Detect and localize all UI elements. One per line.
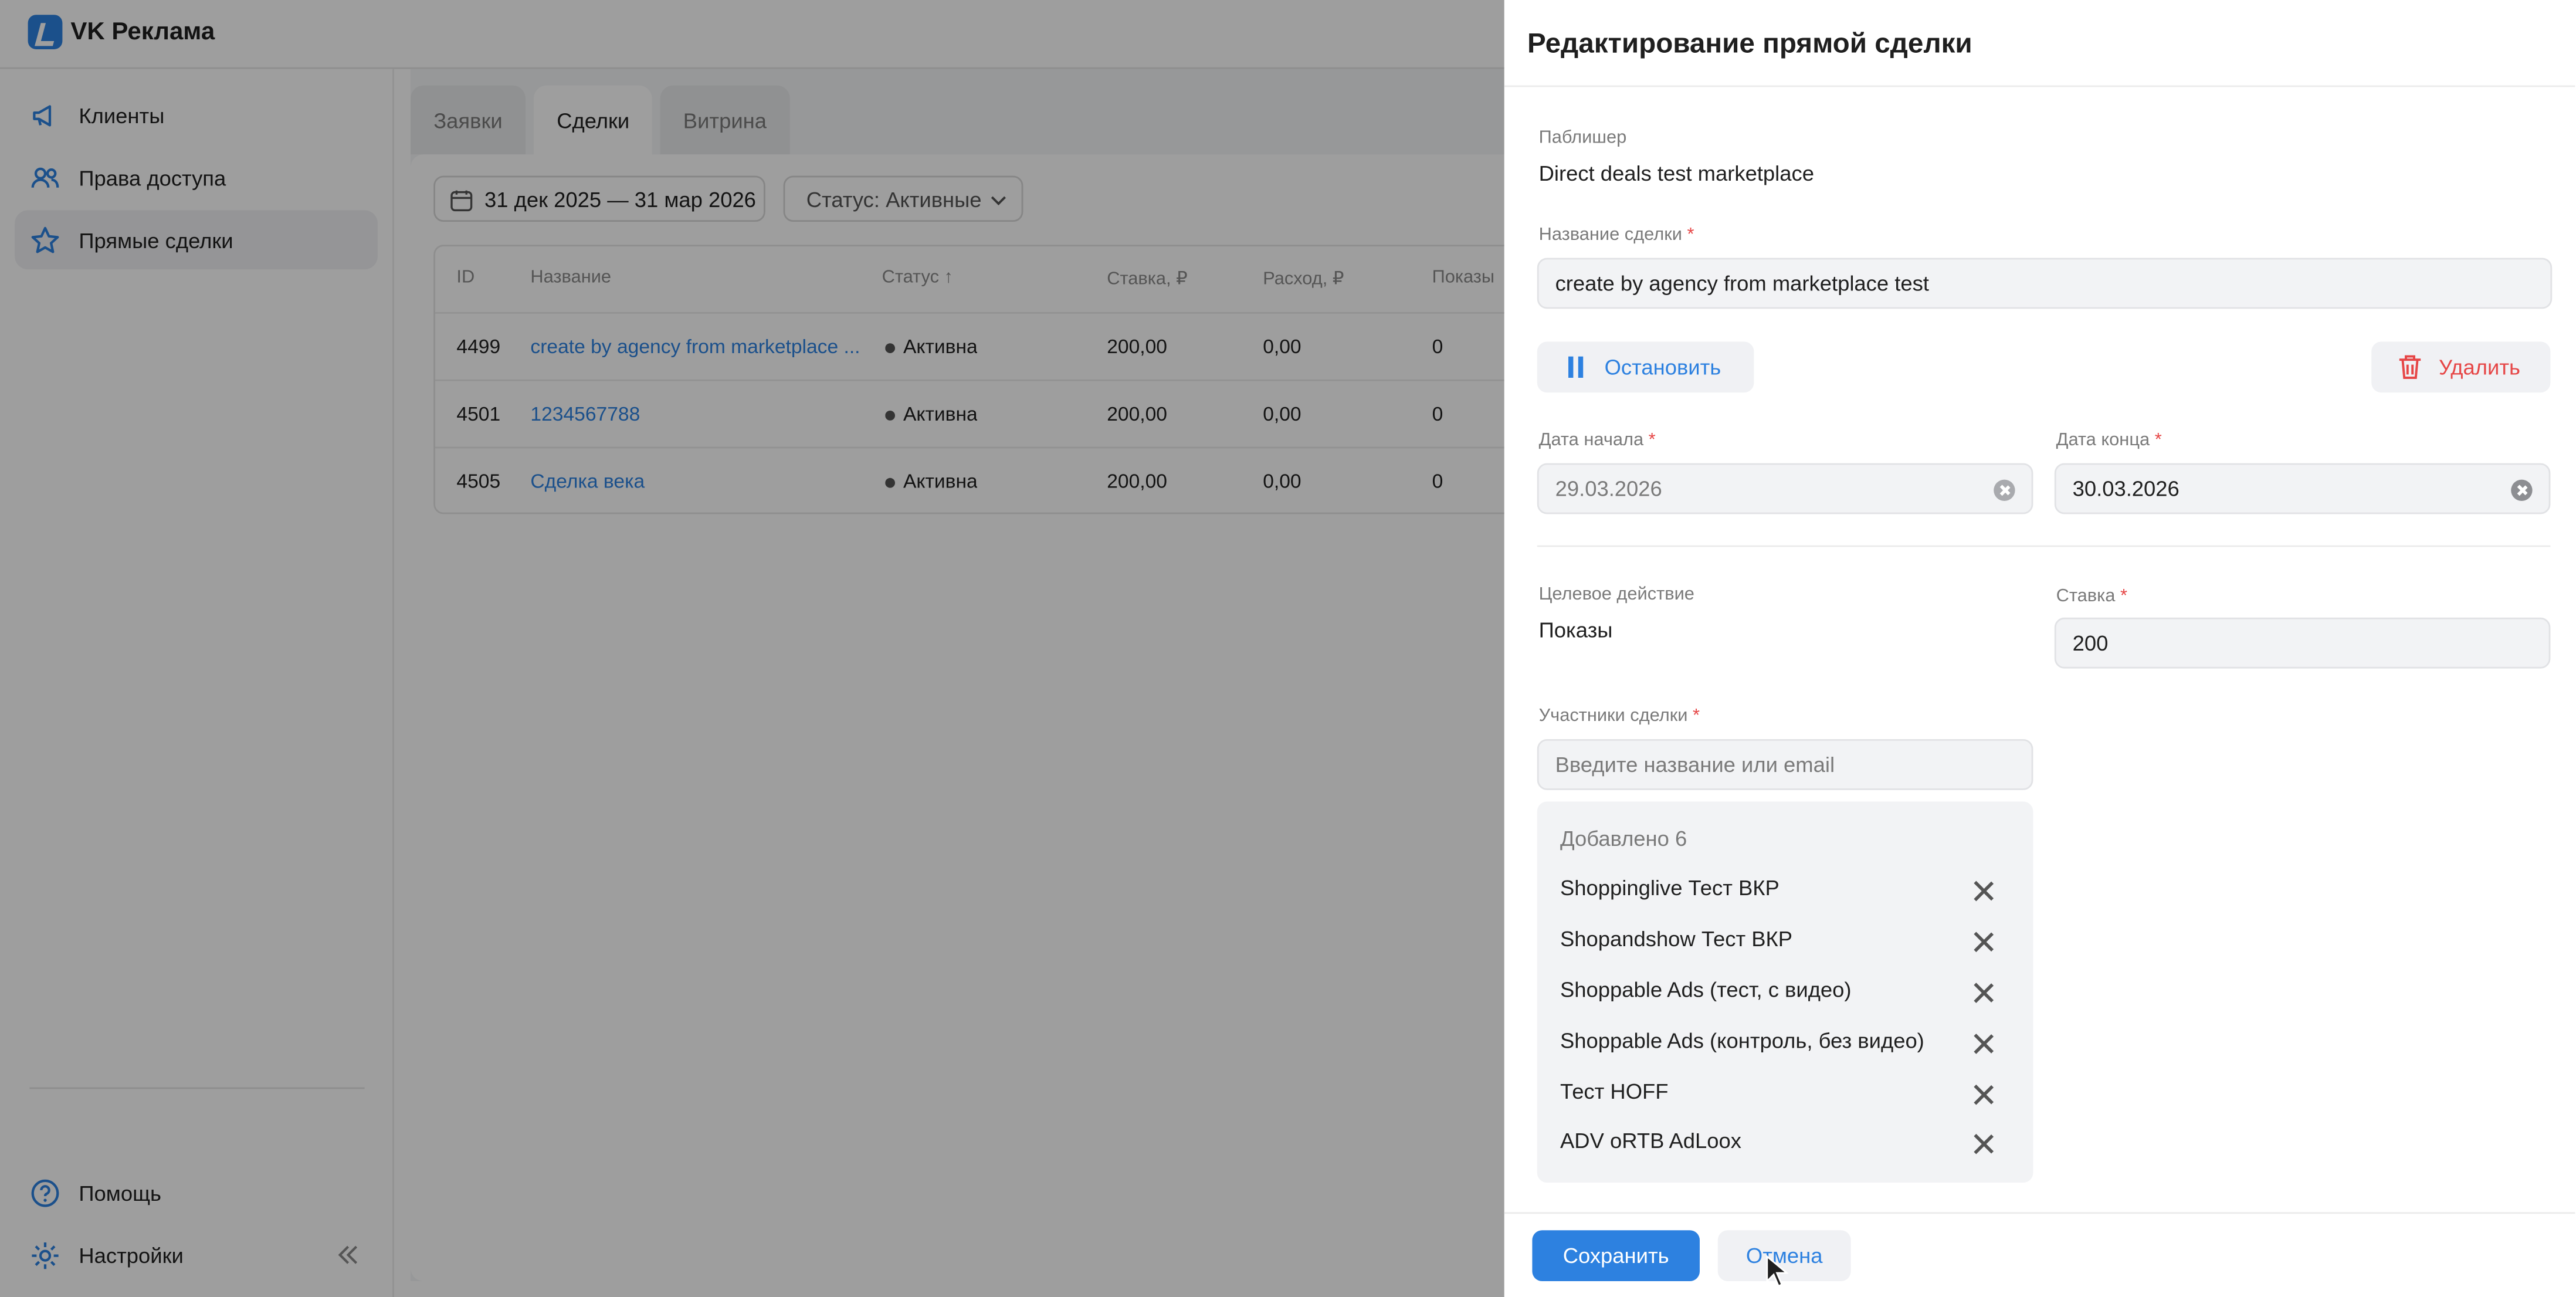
- start-date-label: Дата начала *: [1538, 430, 1656, 451]
- participants-list: Добавлено 6 Shoppinglive Тест ВКР Shopan…: [1537, 801, 2033, 1183]
- rate-input[interactable]: 200: [2054, 617, 2551, 669]
- panel-footer-divider: [1504, 1212, 2575, 1214]
- clear-start-date-icon[interactable]: [1994, 479, 2015, 501]
- delete-button[interactable]: Удалить: [2371, 341, 2551, 393]
- start-date-value: 29.03.2026: [1555, 476, 1662, 501]
- save-button[interactable]: Сохранить: [1532, 1230, 1700, 1281]
- section-divider: [1537, 545, 2551, 547]
- participant-item: Shoppinglive Тест ВКР: [1560, 875, 2014, 908]
- publisher-label: Паблишер: [1538, 128, 1627, 148]
- delete-button-label: Удалить: [2439, 354, 2520, 380]
- participant-item: Shopandshow Тест ВКР: [1560, 926, 2014, 959]
- remove-participant-icon[interactable]: [1972, 1084, 1994, 1105]
- start-date-input[interactable]: 29.03.2026: [1537, 463, 2033, 514]
- remove-participant-icon[interactable]: [1972, 1033, 1994, 1054]
- edit-deal-panel: Редактирование прямой сделки Паблишер Di…: [1504, 0, 2576, 1297]
- participants-label: Участники сделки *: [1538, 706, 1700, 726]
- modal-backdrop[interactable]: [0, 0, 1504, 1297]
- deal-name-label: Название сделки *: [1538, 225, 1694, 245]
- app-shell: VK Реклама Клиенты Права доступа Прямые …: [0, 0, 2576, 1297]
- rate-label: Ставка *: [2056, 586, 2127, 607]
- remove-participant-icon[interactable]: [1972, 932, 1994, 953]
- pause-button-label: Остановить: [1604, 354, 1721, 380]
- remove-participant-icon[interactable]: [1972, 1133, 1994, 1154]
- participant-item: Тест HOFF: [1560, 1079, 2014, 1112]
- end-date-input[interactable]: 30.03.2026: [2054, 463, 2551, 514]
- end-date-value: 30.03.2026: [2072, 476, 2180, 501]
- target-action-label: Целевое действие: [1538, 584, 1694, 605]
- added-count: Добавлено 6: [1560, 826, 1687, 851]
- end-date-label: Дата конца *: [2056, 430, 2162, 451]
- clear-end-date-icon[interactable]: [2511, 479, 2533, 501]
- remove-participant-icon[interactable]: [1972, 881, 1994, 902]
- trash-icon: [2399, 355, 2421, 379]
- participant-item: Shoppable Ads (контроль, без видео): [1560, 1028, 2014, 1061]
- panel-title: Редактирование прямой сделки: [1527, 28, 1972, 59]
- target-action-value: Показы: [1538, 617, 1613, 642]
- remove-participant-icon[interactable]: [1972, 982, 1994, 1003]
- pause-icon: [1568, 356, 1584, 378]
- participant-item: Shoppable Ads (тест, с видео): [1560, 977, 2014, 1010]
- publisher-value: Direct deals test marketplace: [1538, 161, 1814, 186]
- pause-button[interactable]: Остановить: [1537, 341, 1754, 393]
- participant-item: ADV oRTB AdLoox: [1560, 1129, 2014, 1161]
- deal-name-input[interactable]: create by agency from marketplace test: [1537, 258, 2553, 309]
- mouse-cursor-icon: [1766, 1255, 1789, 1288]
- participants-search-input[interactable]: Введите название или email: [1537, 739, 2033, 790]
- panel-header-divider: [1504, 85, 2575, 87]
